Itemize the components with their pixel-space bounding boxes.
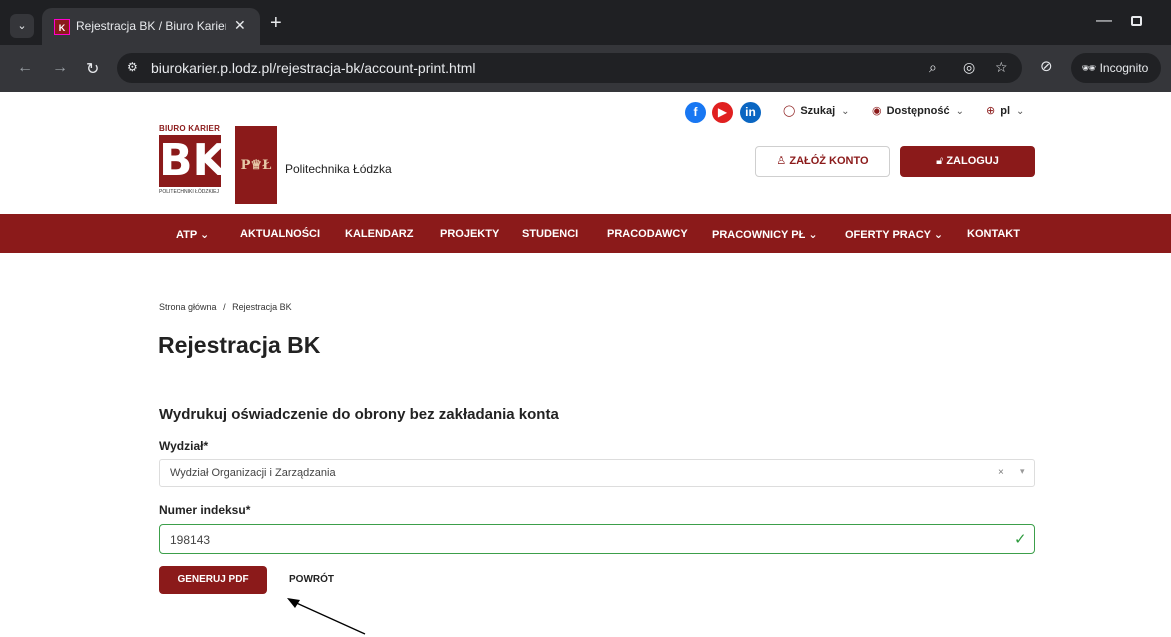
- login-button[interactable]: 🔓︎ ZALOGUJ: [900, 146, 1035, 177]
- new-tab-icon[interactable]: +: [270, 13, 282, 33]
- annotation-arrow: [287, 598, 366, 635]
- nav-item-projekty[interactable]: PROJEKTY: [440, 228, 499, 240]
- nav-item-studenci[interactable]: STUDENCI: [522, 228, 578, 240]
- section-title: Wydrukuj oświadczenie do obrony bez zakł…: [159, 406, 559, 423]
- breadcrumb: Strona główna / Rejestracja BK: [159, 302, 292, 312]
- window-minimize-icon[interactable]: —: [1096, 12, 1112, 30]
- tab-search-button[interactable]: ⌄: [10, 14, 34, 38]
- university-name[interactable]: Politechnika Łódzka: [285, 162, 392, 176]
- chevron-down-icon: ⌄: [1016, 106, 1025, 117]
- reload-icon[interactable]: ↻: [86, 59, 99, 79]
- accessibility-menu[interactable]: ◉ Dostępność ⌄: [872, 104, 964, 117]
- globe-icon: ⊕: [986, 105, 996, 117]
- main-navigation: ATP ⌄ AKTUALNOŚCI KALENDARZ PROJEKTY STU…: [0, 214, 1171, 253]
- politechnika-logo[interactable]: P♕Ł: [235, 126, 277, 204]
- register-label: ZAŁÓŻ KONTO: [789, 155, 869, 167]
- incognito-label: Incognito: [1099, 61, 1149, 75]
- faculty-selected-value: Wydział Organizacji i Zarządzania: [170, 467, 336, 479]
- bookmark-star-icon[interactable]: ☆: [995, 59, 1008, 76]
- breadcrumb-home-link[interactable]: Strona główna: [159, 302, 217, 312]
- incognito-icon: 🕶: [1081, 61, 1097, 75]
- site-favicon-icon: K: [54, 19, 70, 35]
- incognito-badge[interactable]: 🕶 Incognito: [1071, 53, 1161, 83]
- index-number-label: Numer indeksu*: [159, 503, 251, 517]
- tab-close-icon[interactable]: ✕: [234, 17, 246, 34]
- language-menu[interactable]: ⊕ pl ⌄: [986, 104, 1024, 117]
- browser-tab-bar: ⌄ K Rejestracja BK / Biuro Karier - P ✕ …: [0, 0, 1171, 45]
- facebook-icon[interactable]: f: [685, 102, 706, 123]
- bk-logo-top-text: BIURO KARIER: [159, 124, 221, 133]
- nav-item-pracownicy-pl[interactable]: PRACOWNICY PŁ ⌄: [712, 228, 818, 241]
- faculty-label: Wydział*: [159, 439, 209, 453]
- url-text[interactable]: biurokarier.p.lodz.pl/rejestracja-bk/acc…: [151, 60, 475, 76]
- tracking-protection-icon[interactable]: ◎: [963, 59, 975, 76]
- youtube-icon[interactable]: ▶: [712, 102, 733, 123]
- nav-item-oferty-pracy[interactable]: OFERTY PRACY ⌄: [845, 228, 943, 241]
- forward-arrow-icon[interactable]: →: [52, 59, 68, 77]
- back-arrow-icon[interactable]: ←: [17, 59, 33, 77]
- user-icon: ♙: [776, 155, 787, 167]
- index-number-input[interactable]: 198143 ✓: [159, 524, 1035, 554]
- generate-pdf-button[interactable]: GENERUJ PDF: [159, 566, 267, 594]
- nav-item-kalendarz[interactable]: KALENDARZ: [345, 228, 413, 240]
- language-label: pl: [1000, 105, 1010, 117]
- browser-tab[interactable]: K Rejestracja BK / Biuro Karier - P ✕: [42, 8, 260, 45]
- window-restore-icon[interactable]: [1131, 16, 1142, 26]
- linkedin-icon[interactable]: in: [740, 102, 761, 123]
- browser-toolbar: ← → ↻ ⚙ biurokarier.p.lodz.pl/rejestracj…: [0, 45, 1171, 92]
- chevron-down-icon: ⌄: [841, 106, 850, 117]
- clear-selection-icon[interactable]: ×: [998, 467, 1004, 478]
- dropdown-arrow-icon[interactable]: ▾: [1020, 466, 1025, 477]
- nav-item-aktualnosci[interactable]: AKTUALNOŚCI: [240, 228, 320, 240]
- search-menu[interactable]: ◯ Szukaj ⌄: [783, 104, 850, 117]
- eye-icon: ◉: [872, 105, 882, 117]
- accessibility-label: Dostępność: [886, 105, 950, 117]
- extension-icon[interactable]: ⊘: [1040, 57, 1053, 75]
- page-title: Rejestracja BK: [158, 332, 321, 358]
- back-button[interactable]: POWRÓT: [289, 574, 334, 585]
- site-info-icon[interactable]: ⚙: [127, 60, 138, 74]
- breadcrumb-current: Rejestracja BK: [232, 302, 292, 312]
- checkmark-icon: ✓: [1014, 531, 1027, 548]
- index-number-value: 198143: [170, 533, 211, 547]
- register-button[interactable]: ♙ ZAŁÓŻ KONTO: [755, 146, 890, 177]
- faculty-select[interactable]: Wydział Organizacji i Zarządzania × ▾: [159, 459, 1035, 487]
- chevron-down-icon: ⌄: [955, 106, 964, 117]
- biuro-karier-logo[interactable]: BIURO KARIER BK POLITECHNIKI ŁÓDZKIEJ: [159, 124, 227, 202]
- nav-item-kontakt[interactable]: KONTAKT: [967, 228, 1020, 240]
- bk-logo-bottom-text: POLITECHNIKI ŁÓDZKIEJ: [159, 189, 220, 195]
- login-label: ZALOGUJ: [946, 155, 999, 167]
- bk-logo-letters: BK: [159, 135, 227, 187]
- address-bar[interactable]: ⚙ biurokarier.p.lodz.pl/rejestracja-bk/a…: [117, 53, 1022, 83]
- zoom-icon[interactable]: ⌕: [929, 59, 937, 76]
- nav-item-atp[interactable]: ATP ⌄: [176, 228, 209, 241]
- lock-icon: 🔓︎: [936, 155, 944, 167]
- search-label: Szukaj: [800, 105, 836, 117]
- breadcrumb-separator: /: [223, 302, 226, 312]
- tab-title: Rejestracja BK / Biuro Karier - P: [76, 19, 226, 33]
- search-icon: ◯: [783, 105, 796, 117]
- nav-item-pracodawcy[interactable]: PRACODAWCY: [607, 228, 688, 240]
